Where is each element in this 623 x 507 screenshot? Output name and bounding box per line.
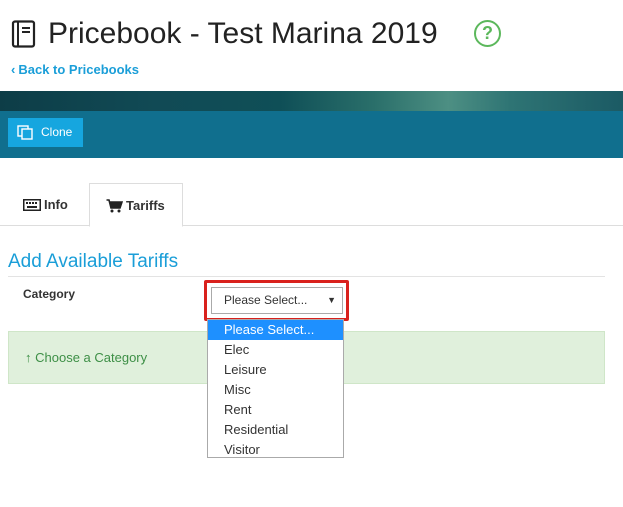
clone-button-label: Clone — [41, 125, 73, 139]
tab-tariffs-label: Tariffs — [126, 198, 165, 213]
category-select[interactable]: Please Select... ▼ — [211, 287, 343, 314]
section-divider — [8, 276, 605, 277]
back-link-label: Back to Pricebooks — [18, 62, 139, 77]
clone-button[interactable]: Clone — [8, 118, 83, 147]
back-to-pricebooks-link[interactable]: ‹ Back to Pricebooks — [11, 61, 139, 79]
arrow-up-icon: ↑ — [25, 350, 32, 365]
toolbar: Clone — [0, 111, 623, 158]
category-dropdown-list: Please Select... Elec Leisure Misc Rent … — [207, 319, 344, 458]
dropdown-option-leisure[interactable]: Leisure — [208, 360, 343, 380]
tab-info[interactable]: Info — [11, 183, 89, 226]
dropdown-option-please-select[interactable]: Please Select... — [208, 320, 343, 340]
help-icon[interactable]: ? — [474, 20, 501, 47]
alert-text: Choose a Category — [35, 350, 148, 365]
dropdown-option-elec[interactable]: Elec — [208, 340, 343, 360]
chevron-left-icon: ‹ — [11, 62, 16, 77]
section-title: Add Available Tariffs — [8, 251, 179, 272]
tab-bar: Info Tariffs — [0, 183, 623, 227]
page-header: Pricebook - Test Marina 2019 ? ‹ Back to … — [0, 0, 623, 90]
tab-tariffs[interactable]: Tariffs — [89, 183, 183, 227]
cart-icon — [106, 198, 124, 213]
dropdown-option-rent[interactable]: Rent — [208, 400, 343, 420]
dropdown-option-visitor[interactable]: Visitor — [208, 440, 343, 460]
dropdown-option-misc[interactable]: Misc — [208, 380, 343, 400]
copy-icon — [17, 125, 33, 140]
category-label: Category — [23, 287, 76, 301]
banner-image — [0, 91, 623, 111]
tab-info-label: Info — [44, 197, 68, 212]
category-select-value: Please Select... — [224, 293, 308, 307]
dropdown-option-residential[interactable]: Residential — [208, 420, 343, 440]
book-icon — [11, 20, 36, 48]
caret-down-icon: ▼ — [327, 295, 336, 305]
page-title: Pricebook - Test Marina 2019 — [48, 17, 438, 50]
keyboard-icon — [23, 198, 41, 211]
